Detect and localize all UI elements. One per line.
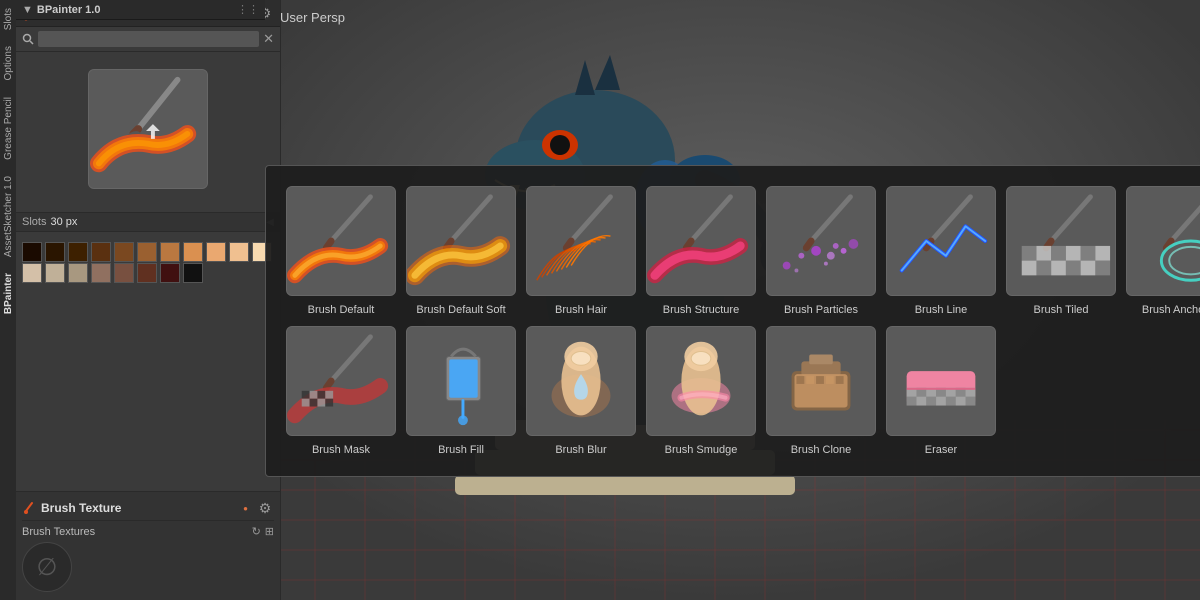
brush-anchored-thumb[interactable] (1126, 186, 1200, 296)
search-icon (22, 33, 34, 45)
color-swatch[interactable] (114, 263, 134, 283)
brush-blur-thumb[interactable] (526, 326, 636, 436)
brush-fill-thumb[interactable] (406, 326, 516, 436)
brush-mask-label: Brush Mask (312, 444, 370, 456)
brush-item-tiled[interactable]: Brush Tiled (1006, 186, 1116, 316)
brush-preview-thumbnail (88, 69, 208, 189)
color-swatch[interactable] (22, 263, 42, 283)
color-swatch[interactable] (45, 242, 65, 262)
vert-tab-bpainter[interactable]: BPainter (1, 265, 16, 322)
texture-sub-label: Brush Textures (22, 526, 95, 538)
color-swatch[interactable] (160, 242, 180, 262)
color-swatch[interactable] (137, 242, 157, 262)
color-swatch[interactable] (91, 263, 111, 283)
slots-bar: Slots 30 px ◀ (16, 212, 280, 232)
viewport-label: User Persp (280, 10, 345, 25)
color-swatch[interactable] (229, 242, 249, 262)
brush-structure-label: Brush Structure (663, 304, 739, 316)
brush-default-label: Brush Default (308, 304, 375, 316)
color-palette-area (16, 232, 280, 491)
brush-empty-thumb-1 (1006, 326, 1116, 436)
brush-fill-label: Brush Fill (438, 444, 484, 456)
color-swatch[interactable] (206, 242, 226, 262)
brush-hair-thumb[interactable] (526, 186, 636, 296)
color-swatch[interactable] (68, 263, 88, 283)
texture-panel-title: Brush Texture (41, 501, 243, 515)
brush-default-thumb[interactable] (286, 186, 396, 296)
brush-eraser-thumb[interactable] (886, 326, 996, 436)
vert-tab-grease-pencil[interactable]: Grease Pencil (1, 89, 16, 168)
brush-mask-thumb[interactable] (286, 326, 396, 436)
texture-brush-icon (22, 501, 36, 515)
brush-default-soft-label: Brush Default Soft (416, 304, 505, 316)
color-swatch[interactable] (22, 242, 42, 262)
brush-item-smudge[interactable]: Brush Smudge (646, 326, 756, 456)
brush-empty-thumb-2 (1126, 326, 1200, 436)
app-title-bar: ▼ BPainter 1.0 ⋮⋮ (16, 0, 265, 20)
brush-item-clone[interactable]: Brush Clone (766, 326, 876, 456)
brush-particles-label: Brush Particles (784, 304, 858, 316)
no-texture-placeholder: ∅ (22, 542, 72, 592)
left-sidebar: Brush Default ● ⚙ ✕ (16, 0, 281, 600)
color-swatch[interactable] (68, 242, 88, 262)
brush-blur-label: Brush Blur (555, 444, 606, 456)
brush-structure-thumb[interactable] (646, 186, 756, 296)
brush-item-mask[interactable]: Brush Mask (286, 326, 396, 456)
texture-refresh-icon[interactable]: ↻ (252, 525, 261, 538)
brush-item-eraser[interactable]: Eraser (886, 326, 996, 456)
no-texture-icon: ∅ (37, 553, 58, 582)
search-clear-button[interactable]: ✕ (263, 31, 274, 47)
color-swatch[interactable] (45, 263, 65, 283)
brush-item-fill[interactable]: Brush Fill (406, 326, 516, 456)
panel-options-icon[interactable]: ⋮⋮ (237, 3, 259, 16)
search-bar: ✕ (16, 27, 280, 52)
brush-particles-thumb[interactable] (766, 186, 876, 296)
brush-item-particles[interactable]: Brush Particles (766, 186, 876, 316)
brush-line-label: Brush Line (915, 304, 968, 316)
color-swatch[interactable] (183, 263, 203, 283)
texture-grid-icon[interactable]: ⊞ (265, 525, 274, 538)
brush-line-thumb[interactable] (886, 186, 996, 296)
brush-clone-thumb[interactable] (766, 326, 876, 436)
texture-panel: Brush Texture ● ⚙ Brush Textures ↻ ⊞ ∅ (16, 491, 280, 600)
brush-eraser-label: Eraser (925, 444, 957, 456)
vert-tab-slots[interactable]: Slots (1, 0, 16, 38)
brush-clone-label: Brush Clone (791, 444, 852, 456)
brush-item-default-soft[interactable]: Brush Default Soft (406, 186, 516, 316)
slots-label: Slots (22, 216, 46, 228)
brush-item-line[interactable]: Brush Line (886, 186, 996, 316)
brush-anchored-label: Brush Anchored (1142, 304, 1200, 316)
color-swatch[interactable] (137, 263, 157, 283)
texture-sub-header: Brush Textures ↻ ⊞ (22, 525, 274, 538)
texture-panel-header: Brush Texture ● ⚙ (22, 496, 274, 521)
brush-tiled-thumb[interactable] (1006, 186, 1116, 296)
texture-dot[interactable]: ● (243, 504, 248, 513)
search-input[interactable] (38, 31, 259, 47)
brush-selector-popup: Brush Default Brush Default Soft (265, 165, 1200, 477)
expand-icon[interactable]: ▼ (22, 4, 33, 16)
color-swatch[interactable] (114, 242, 134, 262)
brush-item-blur[interactable]: Brush Blur (526, 326, 636, 456)
color-swatch[interactable] (91, 242, 111, 262)
vertical-tabs: Slots Options Grease Pencil AssetSketche… (0, 0, 16, 600)
vert-tab-options[interactable]: Options (1, 38, 16, 88)
color-swatch[interactable] (160, 263, 180, 283)
vert-tab-assetsketcher[interactable]: AssetSketcher 1.0 (1, 168, 16, 265)
brush-smudge-thumb[interactable] (646, 326, 756, 436)
color-swatch[interactable] (183, 242, 203, 262)
slots-value: 30 px (50, 216, 77, 228)
app-title: BPainter 1.0 (37, 4, 101, 16)
brush-smudge-label: Brush Smudge (665, 444, 738, 456)
brush-preview-area (16, 52, 280, 212)
brush-tiled-label: Brush Tiled (1033, 304, 1088, 316)
brush-item-hair[interactable]: Brush Hair (526, 186, 636, 316)
texture-settings-icon[interactable]: ⚙ (256, 499, 274, 517)
brush-item-default[interactable]: Brush Default (286, 186, 396, 316)
brush-hair-label: Brush Hair (555, 304, 607, 316)
brush-default-soft-thumb[interactable] (406, 186, 516, 296)
brush-preview-svg (89, 69, 207, 189)
brush-item-anchored[interactable]: Brush Anchored (1126, 186, 1200, 316)
palette-grid (22, 242, 274, 283)
brush-item-structure[interactable]: Brush Structure (646, 186, 756, 316)
